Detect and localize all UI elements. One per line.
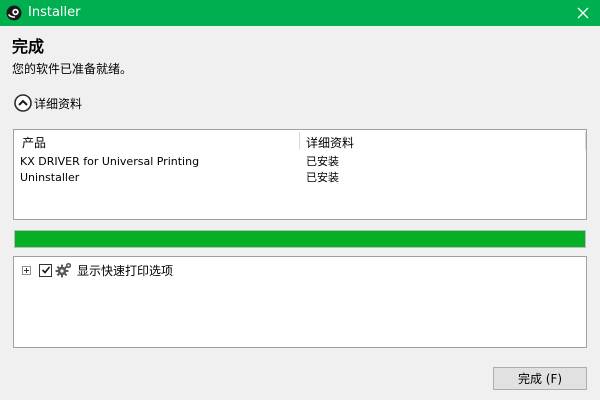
table-cell-product: KX DRIVER for Universal Printing — [20, 155, 200, 168]
window-title: Installer — [28, 5, 81, 20]
details-table: 产品 详细资料 KX DRIVER for Universal Printing… — [13, 129, 587, 220]
page-subtitle: 您的软件已准备就绪。 — [12, 62, 133, 76]
title-bar: Installer — [0, 0, 600, 26]
progress-bar-fill — [15, 231, 585, 247]
tree-item-quick-print[interactable]: 显示快速打印选项 — [22, 261, 173, 279]
installer-window: Installer 完成 您的软件已准备就绪。 详细资料 产品 详细资料 KX … — [0, 0, 600, 400]
quick-print-checkbox[interactable] — [39, 263, 52, 277]
column-separator-end — [585, 132, 586, 150]
page-title: 完成 — [12, 37, 45, 56]
checkmark-icon — [41, 266, 50, 274]
column-header-details[interactable]: 详细资料 — [306, 134, 354, 151]
quick-print-option-label: 显示快速打印选项 — [77, 263, 174, 278]
table-row[interactable]: KX DRIVER for Universal Printing 已安装 — [14, 154, 586, 170]
table-cell-status: 已安装 — [306, 171, 339, 184]
column-header-product[interactable]: 产品 — [22, 134, 46, 151]
options-tree: 显示快速打印选项 — [13, 256, 587, 348]
installer-app-icon — [6, 5, 22, 21]
gear-icon — [55, 262, 72, 278]
chevron-up-circle-icon — [14, 94, 32, 112]
table-row[interactable]: Uninstaller 已安装 — [14, 170, 586, 186]
table-cell-product: Uninstaller — [20, 171, 80, 184]
progress-bar — [14, 230, 586, 248]
close-button[interactable] — [566, 0, 600, 26]
details-toggle-label: 详细资料 — [34, 96, 83, 111]
column-separator[interactable] — [299, 132, 300, 150]
details-toggle-button[interactable]: 详细资料 — [14, 92, 82, 114]
finish-button[interactable]: 完成 (F) — [493, 367, 587, 390]
expand-icon[interactable] — [22, 265, 31, 275]
close-icon — [577, 7, 589, 19]
table-cell-status: 已安装 — [306, 155, 339, 168]
